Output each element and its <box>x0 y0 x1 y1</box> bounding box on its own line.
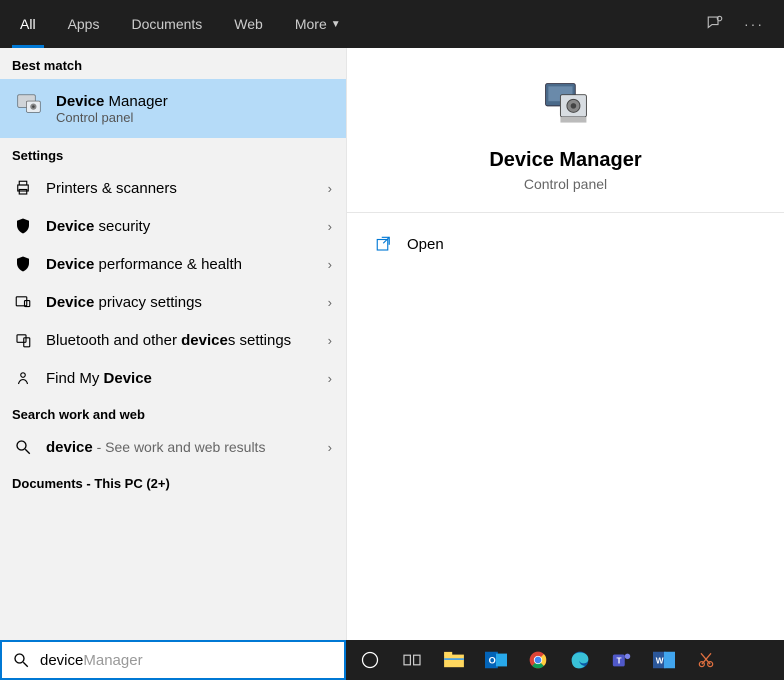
open-action[interactable]: Open <box>375 229 756 259</box>
search-tabs: All Apps Documents Web More▼ ··· <box>0 0 784 48</box>
preview-panel: Device Manager Control panel Open <box>346 48 784 640</box>
best-match-title: Device Manager <box>56 93 168 110</box>
chevron-right-icon: › <box>328 295 332 310</box>
search-icon <box>12 651 30 669</box>
device-manager-icon <box>14 91 44 126</box>
settings-item-device-security[interactable]: Device security › <box>0 207 346 245</box>
settings-item-printers[interactable]: Printers & scanners › <box>0 169 346 207</box>
bluetooth-icon <box>14 331 32 349</box>
open-icon <box>375 235 393 253</box>
settings-item-device-performance[interactable]: Device performance & health › <box>0 245 346 283</box>
privacy-icon <box>14 293 32 311</box>
tab-documents[interactable]: Documents <box>115 0 218 48</box>
section-best-match: Best match <box>0 48 346 79</box>
tab-apps[interactable]: Apps <box>52 0 116 48</box>
results-panel: Best match Device Manager Control panel … <box>0 48 346 640</box>
item-label: Device performance & health <box>46 256 242 273</box>
find-icon <box>14 369 32 387</box>
best-match-subtitle: Control panel <box>56 110 168 125</box>
printer-icon <box>14 179 32 197</box>
tab-all[interactable]: All <box>4 0 52 48</box>
cortana-icon[interactable] <box>356 646 384 674</box>
device-manager-icon <box>367 78 764 149</box>
chrome-icon[interactable] <box>524 646 552 674</box>
task-view-icon[interactable] <box>398 646 426 674</box>
search-icon <box>14 438 32 456</box>
chevron-right-icon: › <box>328 440 332 455</box>
chevron-right-icon: › <box>328 371 332 386</box>
preview-title: Device Manager <box>367 149 764 172</box>
chevron-right-icon: › <box>328 333 332 348</box>
file-explorer-icon[interactable] <box>440 646 468 674</box>
section-settings: Settings <box>0 138 346 169</box>
teams-icon[interactable]: T <box>608 646 636 674</box>
item-label: Bluetooth and other devices settings <box>46 332 291 349</box>
svg-text:T: T <box>617 657 622 666</box>
shield-icon <box>14 217 32 235</box>
chevron-down-icon: ▼ <box>331 19 341 30</box>
item-label: Find My Device <box>46 370 152 387</box>
section-documents: Documents - This PC (2+) <box>0 466 346 497</box>
settings-item-bluetooth[interactable]: Bluetooth and other devices settings › <box>0 321 346 359</box>
settings-item-device-privacy[interactable]: Device privacy settings › <box>0 283 346 321</box>
chevron-right-icon: › <box>328 219 332 234</box>
tab-more[interactable]: More▼ <box>279 0 357 48</box>
chevron-right-icon: › <box>328 181 332 196</box>
chevron-right-icon: › <box>328 257 332 272</box>
edge-icon[interactable] <box>566 646 594 674</box>
section-search-web: Search work and web <box>0 397 346 428</box>
ellipsis-icon[interactable]: ··· <box>744 16 764 32</box>
open-label: Open <box>407 236 444 253</box>
snip-icon[interactable] <box>692 646 720 674</box>
item-label: Device privacy settings <box>46 294 202 311</box>
svg-text:W: W <box>656 657 664 666</box>
word-icon[interactable]: W <box>650 646 678 674</box>
search-input[interactable] <box>40 652 334 669</box>
settings-item-find-my-device[interactable]: Find My Device › <box>0 359 346 397</box>
svg-text:O: O <box>489 656 496 666</box>
shield-icon <box>14 255 32 273</box>
taskbar: O T W <box>346 640 784 680</box>
item-label: Printers & scanners <box>46 180 177 197</box>
best-match-result[interactable]: Device Manager Control panel <box>0 79 346 138</box>
web-search-item[interactable]: device - See work and web results › <box>0 428 346 466</box>
search-input-container[interactable]: deviceManager <box>0 640 346 680</box>
preview-subtitle: Control panel <box>367 176 764 192</box>
tab-web[interactable]: Web <box>218 0 279 48</box>
item-label: Device security <box>46 218 150 235</box>
item-label: device - See work and web results <box>46 439 265 456</box>
feedback-icon[interactable] <box>706 14 724 35</box>
outlook-icon[interactable]: O <box>482 646 510 674</box>
